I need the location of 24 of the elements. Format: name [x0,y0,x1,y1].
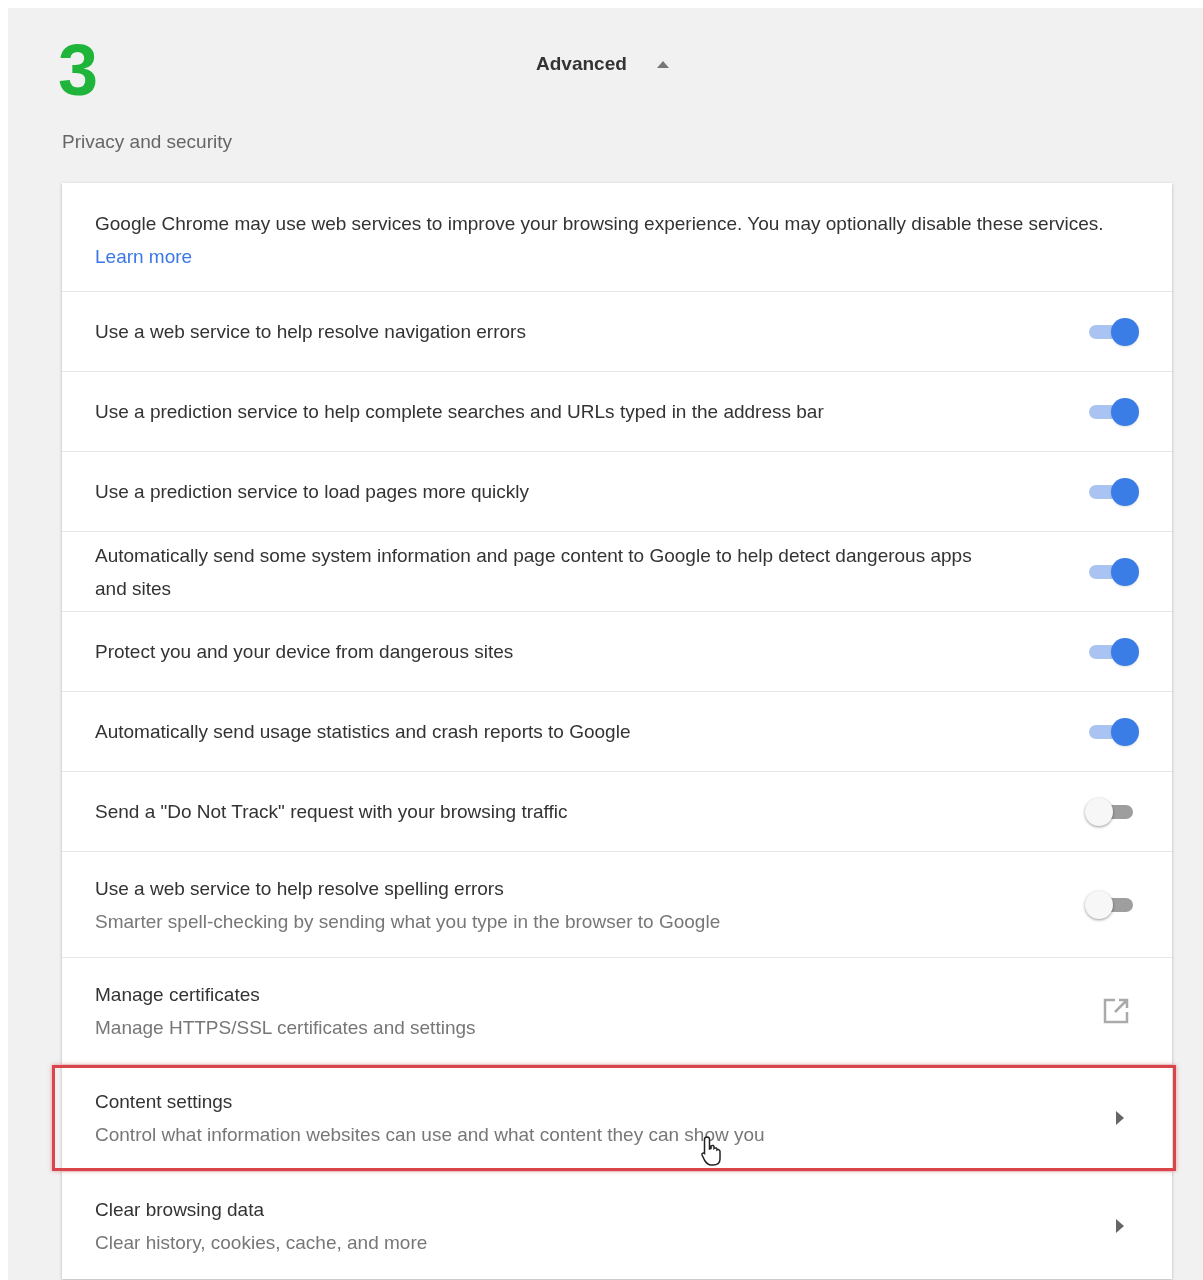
setting-label: Content settings [95,1090,234,1114]
setting-label: Use a prediction service to help complete searches and URLs typed in the address bar [95,400,825,424]
step-number: 3 [58,30,99,110]
setting-label: Use a web service to help resolve spelling errors [95,876,505,901]
caret-up-icon [656,60,669,68]
chevron-right-icon[interactable] [1116,1111,1124,1125]
setting-description: Manage HTTPS/SSL certificates and settings [95,1016,477,1040]
setting-label: Send a "Do Not Track" request with your browsing traffic [95,800,569,824]
setting-label: Use a web service to help resolve navigation errors [95,320,527,344]
chevron-right-icon[interactable] [1116,1218,1124,1233]
setting-label: Automatically send usage statistics and crash reports to Google [95,720,632,744]
setting-description: Clear history, cookies, cache, and more [95,1230,429,1255]
setting-label: Use a prediction service to load pages more quickly [95,480,531,504]
setting-label: Automatically send some system information and page content to Google to help detect dangerous apps and sites [95,543,973,601]
setting-description: Control what information websites can use and what content they can show you [95,1123,766,1147]
setting-label: Manage certificates [95,983,261,1007]
setting-description: Smarter spell-checking by sending what you type in the browser to Google [95,909,722,934]
external-link-icon[interactable] [1103,998,1129,1024]
setting-label: Clear browsing data [95,1197,265,1222]
section-title: Privacy and security [62,130,233,154]
advanced-toggle[interactable]: Advanced [536,50,669,79]
setting-label: Protect you and your device from dangerous sites [95,640,515,664]
learn-more-link[interactable]: Learn more [95,246,193,267]
intro-text: Google Chrome may use web services to improve your browsing experience. You may optionally disable these services. Learn more [95,212,1105,269]
